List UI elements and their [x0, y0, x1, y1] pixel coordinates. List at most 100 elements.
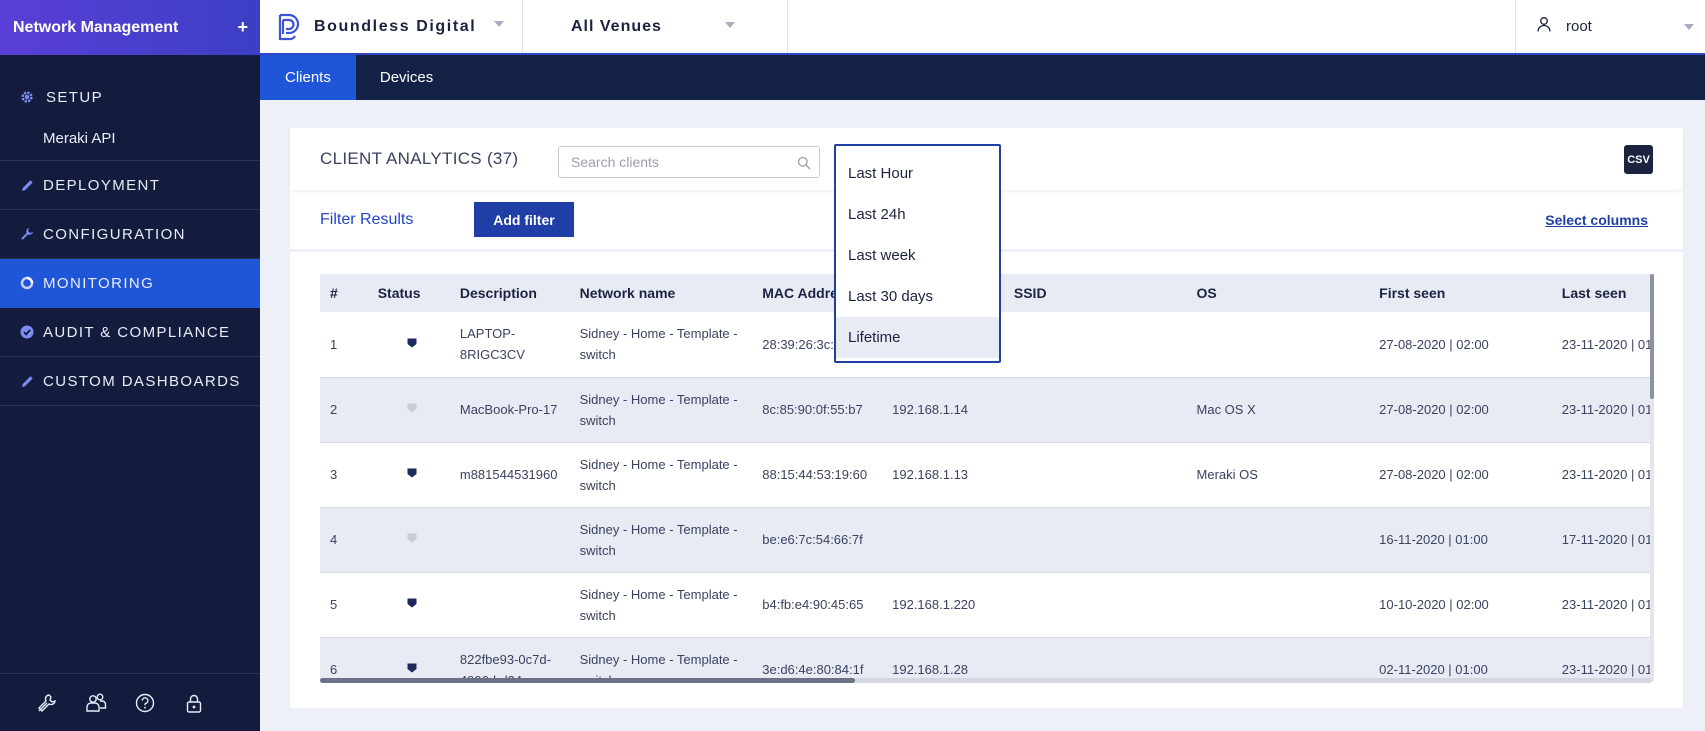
sidebar-item-label: CONFIGURATION — [43, 225, 186, 243]
cell-num: 5 — [330, 597, 338, 612]
sidebar-item-audit-compliance[interactable]: AUDIT & COMPLIANCE — [0, 308, 260, 357]
column-header[interactable]: Description — [450, 274, 570, 312]
cell-os: Meraki OS — [1196, 467, 1258, 482]
cell-last-seen: 17-11-2020 | 01:00 — [1561, 532, 1654, 547]
cell-last-seen: 23-11-2020 | 01:00 — [1561, 336, 1654, 352]
cell-status — [368, 507, 450, 572]
sidebar-footer — [0, 673, 260, 731]
gear-icon — [19, 89, 35, 105]
users-icon[interactable] — [85, 692, 107, 714]
horizontal-scrollbar[interactable] — [320, 678, 1652, 683]
cell-description: LAPTOP-8RIGC3CV — [459, 326, 525, 363]
sidebar-item-monitoring[interactable]: MONITORING — [0, 259, 260, 308]
organization-selector[interactable]: Boundless Digital — [260, 0, 523, 53]
column-header[interactable]: Network name — [570, 274, 753, 312]
tab-clients[interactable]: Clients — [260, 55, 356, 100]
table-row[interactable]: 3 m881544531960 Sidney - Home - Template -… — [320, 442, 1654, 507]
tab-bar: Clients Devices — [260, 55, 1705, 100]
tools-icon[interactable] — [36, 692, 58, 714]
boundless-logo-icon — [278, 12, 302, 42]
sidebar: Network Management + SETUP Meraki API DE… — [0, 0, 260, 731]
search-input[interactable] — [571, 154, 807, 170]
sidebar-subitem-meraki-api[interactable]: Meraki API — [0, 117, 260, 161]
add-button[interactable]: + — [237, 17, 248, 38]
dropdown-option[interactable]: Last Hour — [836, 153, 999, 194]
table-row[interactable]: 2 MacBook-Pro-17 Sidney - Home - Template … — [320, 377, 1654, 442]
scrollbar-thumb[interactable] — [1650, 274, 1654, 399]
cell-num: 3 — [330, 467, 338, 482]
cell-num: 4 — [330, 532, 338, 547]
dropdown-option-selected[interactable]: Lifetime — [836, 317, 999, 358]
table-body: 1 LAPTOP-8RIGC3CV Sidney - Home - Template… — [320, 312, 1654, 682]
cell-ssid — [1004, 637, 1187, 682]
cell-first-seen: 27-08-2020 | 02:00 — [1379, 336, 1489, 352]
dropdown-option[interactable]: Last 30 days — [836, 276, 999, 317]
column-header[interactable]: OS — [1187, 274, 1370, 312]
cell-num: 6 — [330, 662, 338, 677]
cell-os — [1187, 637, 1370, 682]
cell-ssid — [1004, 312, 1187, 377]
monitoring-icon — [19, 275, 35, 291]
app-title: Network Management — [13, 18, 179, 36]
column-header[interactable]: Last seen — [1552, 274, 1654, 312]
filter-results-link[interactable]: Filter Results — [320, 211, 413, 229]
venue-selector[interactable]: All Venues — [523, 0, 788, 53]
table-row[interactable]: 5 Sidney - Home - Template - switch b4:fb:… — [320, 572, 1654, 637]
tab-devices[interactable]: Devices — [356, 55, 456, 100]
lock-icon[interactable] — [183, 692, 205, 714]
sidebar-item-label: MONITORING — [43, 274, 155, 292]
table-row[interactable]: 6 822fbe93-0c7d-4996-bd34- Sidney - Home -… — [320, 637, 1654, 682]
cell-ip: 192.168.1.14 — [892, 402, 969, 417]
vertical-scrollbar[interactable] — [1650, 274, 1654, 678]
help-icon[interactable] — [134, 692, 156, 714]
user-menu[interactable]: root — [1515, 0, 1705, 53]
cell-description: m881544531960 — [459, 467, 558, 482]
top-bar: Boundless Digital All Venues root — [260, 0, 1705, 55]
column-header[interactable]: # — [320, 274, 368, 312]
cell-mac: 3e:d6:4e:80:84:1f — [762, 662, 864, 677]
dropdown-option[interactable]: Last week — [836, 235, 999, 276]
table-row[interactable]: 4 Sidney - Home - Template - switch be:e6:… — [320, 507, 1654, 572]
cell-network: Sidney - Home - Template - switch — [579, 651, 738, 683]
cell-last-seen: 23-11-2020 | 01:00 — [1561, 597, 1654, 612]
column-header[interactable]: First seen — [1369, 274, 1552, 312]
cell-network: Sidney - Home - Template - switch — [579, 326, 738, 363]
sidebar-item-label: SETUP — [46, 88, 104, 106]
cell-mac: be:e6:7c:54:66:7f — [762, 532, 863, 547]
cell-first-seen: 27-08-2020 | 02:00 — [1379, 402, 1489, 417]
sidebar-item-label: AUDIT & COMPLIANCE — [43, 323, 231, 341]
shield-status-icon — [406, 594, 418, 608]
cell-description: 822fbe93-0c7d-4996-bd34- — [459, 651, 551, 683]
cell-last-seen: 23-11-2020 | 01:00 — [1561, 467, 1654, 482]
cell-mac: 88:15:44:53:19:60 — [762, 467, 868, 482]
cell-ssid — [1004, 377, 1187, 442]
select-columns-link[interactable]: Select columns — [1545, 212, 1648, 228]
sidebar-item-setup[interactable]: SETUP — [0, 77, 260, 117]
sidebar-header: Network Management + — [0, 0, 260, 55]
column-header[interactable]: Status — [368, 274, 450, 312]
cell-num: 2 — [330, 402, 338, 417]
csv-export-button[interactable]: CSV — [1624, 145, 1653, 174]
cell-status — [368, 637, 450, 682]
cell-first-seen: 10-10-2020 | 02:00 — [1379, 597, 1489, 612]
cell-network: Sidney - Home - Template - switch — [579, 586, 738, 623]
page-title: CLIENT ANALYTICS (37) — [320, 149, 519, 168]
shield-status-icon — [406, 659, 418, 673]
cell-ssid — [1004, 507, 1187, 572]
user-name: root — [1566, 18, 1592, 35]
search-icon[interactable] — [797, 156, 811, 170]
column-header[interactable]: SSID — [1004, 274, 1187, 312]
sidebar-item-configuration[interactable]: CONFIGURATION — [0, 210, 260, 259]
add-filter-button[interactable]: Add filter — [474, 202, 574, 237]
dropdown-option[interactable]: Last 24h — [836, 194, 999, 235]
time-range-dropdown: Last Hour Last 24h Last week Last 30 day… — [834, 144, 1001, 363]
shield-status-icon — [406, 529, 418, 543]
cell-status — [368, 572, 450, 637]
sidebar-item-deployment[interactable]: DEPLOYMENT — [0, 161, 260, 210]
sidebar-item-custom-dashboards[interactable]: CUSTOM DASHBOARDS — [0, 357, 260, 406]
cell-last-seen: 23-11-2020 | 01:00 — [1561, 402, 1654, 417]
cell-ssid — [1004, 572, 1187, 637]
cell-description: MacBook-Pro-17 — [459, 402, 558, 417]
scrollbar-thumb[interactable] — [320, 678, 855, 683]
